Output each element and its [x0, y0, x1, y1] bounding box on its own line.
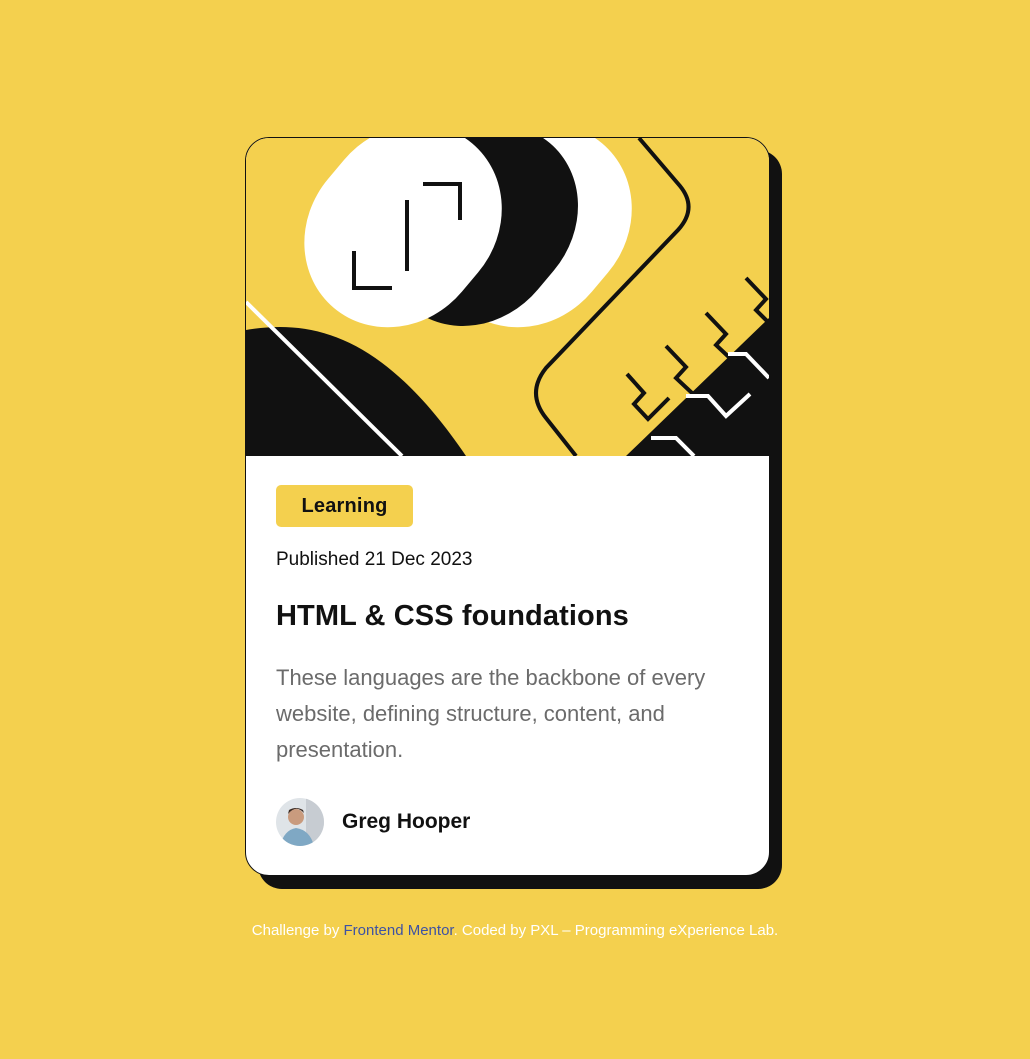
blog-preview-card: Learning Published 21 Dec 2023 HTML & CS…	[245, 137, 770, 876]
attribution-prefix: Challenge by	[251, 922, 344, 939]
pxl-link[interactable]: PXL – Programming eXperience Lab	[530, 922, 774, 939]
page: Learning Published 21 Dec 2023 HTML & CS…	[0, 0, 1030, 1059]
card-description: These languages are the backbone of ever…	[276, 665, 706, 762]
author-name: Greg Hooper	[342, 810, 471, 833]
category-tag: Learning	[276, 485, 413, 527]
attribution: Challenge by Frontend Mentor. Coded by P…	[0, 922, 1030, 939]
published-date: Published 21 Dec 2023	[276, 549, 473, 570]
hero-illustration	[246, 138, 769, 456]
attribution-suffix: .	[774, 922, 779, 939]
card-title[interactable]: HTML & CSS foundations	[276, 600, 629, 633]
attribution-middle: . Coded by	[453, 922, 531, 939]
author: Greg Hooper	[276, 798, 470, 846]
frontend-mentor-link[interactable]: Frontend Mentor	[344, 922, 454, 939]
avatar	[276, 798, 324, 846]
